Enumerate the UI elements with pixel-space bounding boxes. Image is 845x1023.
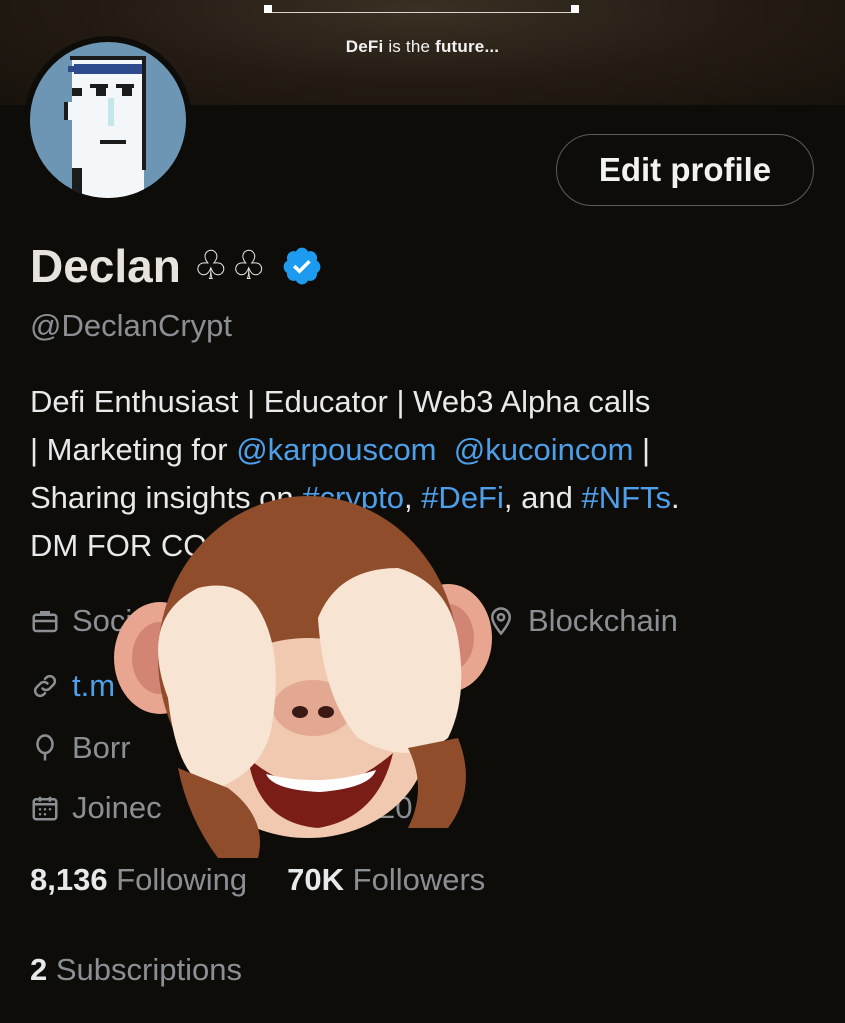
hashtag-nfts[interactable]: #NFTs [581, 480, 671, 515]
location-row: Blockchain [486, 603, 678, 639]
name-row: Declan ♧♧ [30, 236, 323, 296]
user-handle: @DeclanCrypt [30, 308, 233, 343]
website-row: t.m [30, 668, 115, 704]
bio-line-2: | Marketing for @karpouscom @kucoincom | [30, 432, 651, 467]
banner-handle-left [264, 5, 272, 13]
profile-avatar[interactable] [24, 36, 192, 204]
verified-badge-icon[interactable] [281, 245, 323, 287]
following-count: 8,136 [30, 862, 108, 897]
edit-profile-button[interactable]: Edit profile [556, 134, 814, 206]
display-name: Declan [30, 240, 181, 292]
mention-kucoincom[interactable]: @kucoincom [454, 432, 634, 467]
calendar-icon [32, 796, 58, 821]
briefcase-icon [32, 611, 58, 633]
bio-line-1: Defi Enthusiast | Educator | Web3 Alpha … [30, 384, 651, 419]
link-icon [33, 674, 57, 698]
banner-frame [268, 8, 576, 13]
subscriptions-count: 2 [30, 952, 48, 987]
subscriptions-stat[interactable]: 2 Subscriptions [30, 952, 242, 988]
see-no-evil-monkey-sticker [114, 496, 492, 858]
mention-karpouscom[interactable]: @karpouscom [236, 432, 436, 467]
location-text: Blockchain [528, 603, 678, 638]
banner-handle-right [571, 5, 579, 13]
balloon-icon [36, 734, 54, 761]
pixel-punk-avatar-image [30, 42, 186, 198]
name-symbols: ♧♧ [192, 244, 269, 288]
subscriptions-label: Subscriptions [55, 952, 242, 987]
